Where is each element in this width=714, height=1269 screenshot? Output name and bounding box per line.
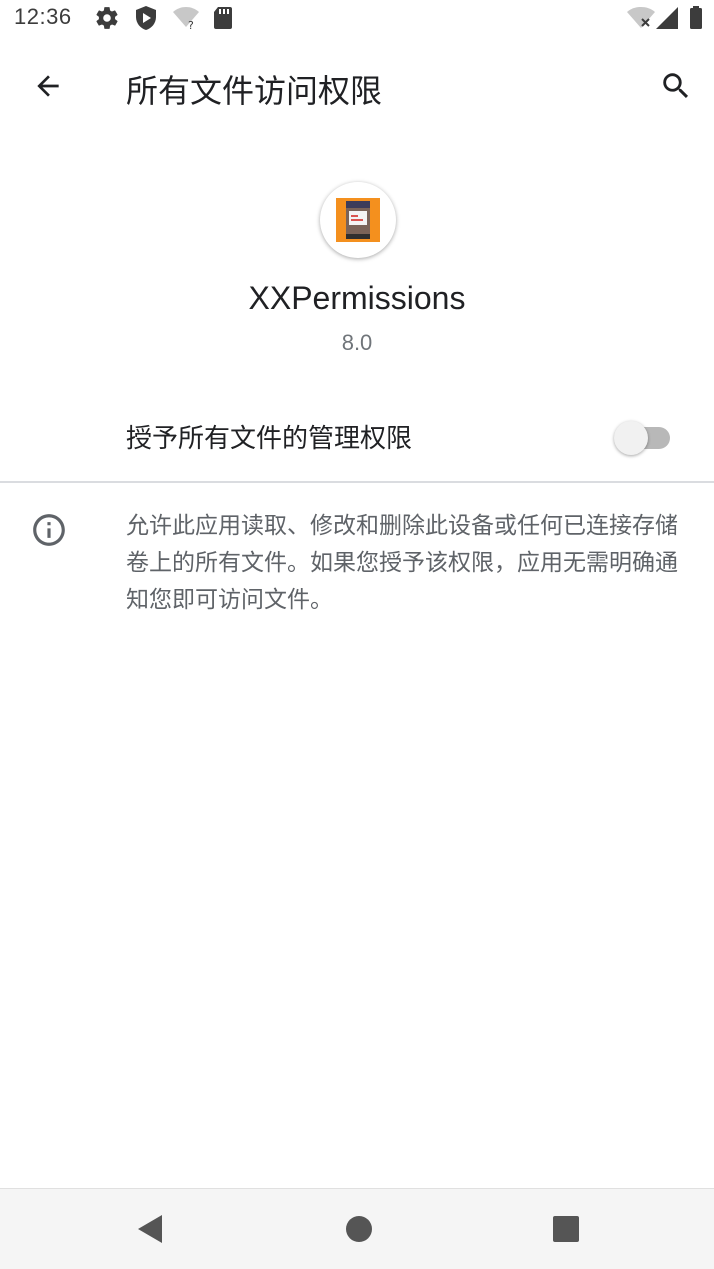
- app-logo-icon: [336, 198, 380, 242]
- info-description: 允许此应用读取、修改和删除此设备或任何已连接存储卷上的所有文件。如果您授予该权限…: [126, 513, 678, 613]
- svg-text:?: ?: [188, 19, 194, 31]
- nav-back-button[interactable]: [130, 1209, 170, 1249]
- page-title: 所有文件访问权限: [126, 72, 383, 110]
- search-button[interactable]: [648, 62, 704, 110]
- arrow-back-icon: [37, 75, 59, 97]
- shield-icon: [134, 5, 158, 35]
- navigation-bar: [0, 1188, 714, 1269]
- app-icon: [320, 182, 396, 258]
- gear-icon: [94, 5, 120, 35]
- app-bar: 所有文件访问权限: [0, 36, 714, 140]
- status-bar: 12:36 ?: [0, 0, 714, 36]
- battery-icon: [688, 5, 704, 35]
- status-time: 12:36: [14, 4, 72, 29]
- permission-toggle-row[interactable]: 授予所有文件的管理权限: [0, 396, 714, 476]
- permission-toggle-label: 授予所有文件的管理权限: [126, 424, 413, 454]
- wifi-off-icon: [626, 5, 656, 35]
- app-name: XXPermissions: [248, 280, 466, 316]
- permission-switch[interactable]: [614, 419, 672, 455]
- wifi-question-icon: ?: [172, 5, 200, 35]
- back-button[interactable]: [20, 62, 76, 110]
- app-version: 8.0: [341, 330, 373, 355]
- nav-home-button[interactable]: [339, 1209, 379, 1249]
- switch-thumb: [614, 421, 648, 455]
- divider: [0, 481, 714, 483]
- cellular-signal-icon: [656, 5, 680, 35]
- sd-card-icon: [212, 5, 234, 35]
- nav-recents-icon: [553, 1216, 579, 1242]
- nav-back-icon: [138, 1215, 162, 1243]
- search-icon: [663, 73, 689, 99]
- nav-recents-button[interactable]: [546, 1209, 586, 1249]
- info-icon: [30, 511, 68, 553]
- nav-home-icon: [346, 1216, 372, 1242]
